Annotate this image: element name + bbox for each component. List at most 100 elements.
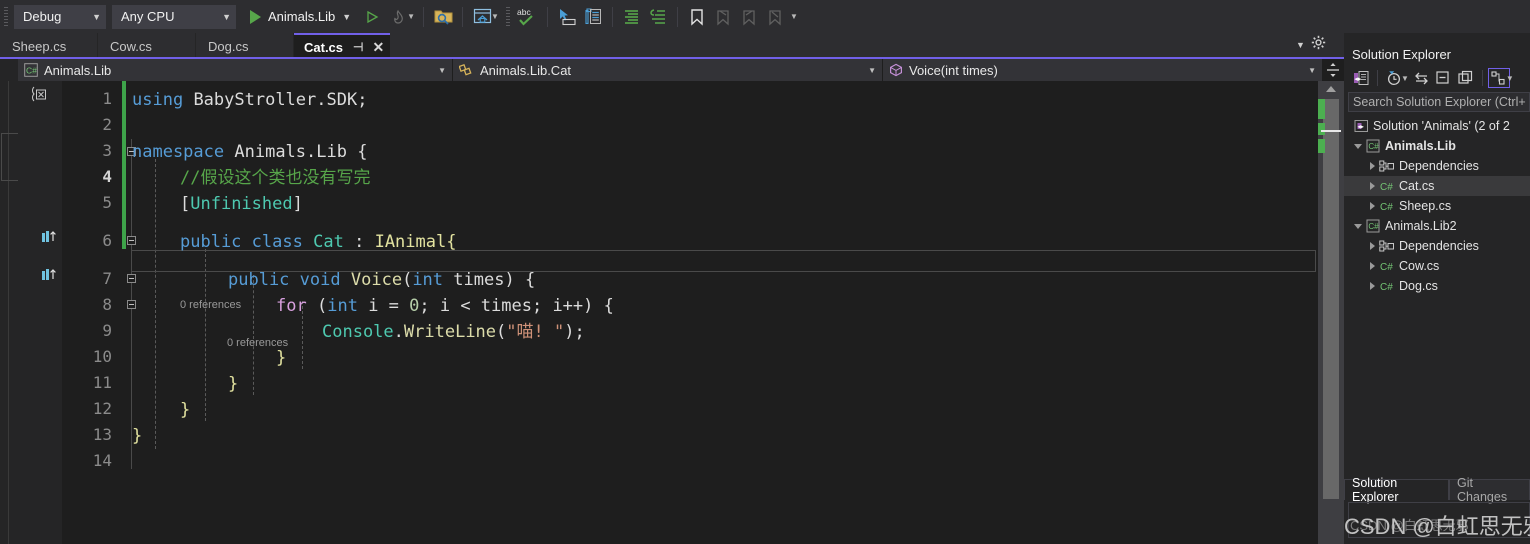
sync-with-active-doc-icon[interactable] <box>1411 68 1433 88</box>
pointer-comment-icon[interactable] <box>554 5 580 29</box>
comment-out-icon[interactable] <box>619 5 645 29</box>
close-tab-icon[interactable]: ✕ <box>372 40 384 54</box>
svg-text:C#: C# <box>26 66 37 76</box>
toolbar-grip[interactable] <box>4 6 8 27</box>
tab-label: Dog.cs <box>208 38 249 54</box>
bookmark-clear-icon[interactable] <box>762 5 788 29</box>
uncomment-icon[interactable] <box>645 5 671 29</box>
tree-row-animals-lib2[interactable]: C# Animals.Lib2 <box>1344 216 1530 236</box>
keyword-namespace: namespace <box>132 142 225 162</box>
tree-row-cat-cs[interactable]: C# Cat.cs <box>1344 176 1530 196</box>
svg-text:◂▸: ◂▸ <box>1354 76 1362 83</box>
keyword-for: for <box>276 296 307 316</box>
tab-sheep-cs[interactable]: Sheep.cs <box>0 33 98 59</box>
chevron-down-icon: ▼ <box>342 11 352 22</box>
solution-tree[interactable]: ◂▸ Solution 'Animals' (2 of 2 C# Animals… <box>1344 116 1530 482</box>
line-number: 8 <box>102 295 112 314</box>
tree-row-animals-lib[interactable]: C# Animals.Lib <box>1344 136 1530 156</box>
collapse-method-toggle[interactable] <box>127 274 136 283</box>
chevron-down-icon[interactable]: ▼ <box>407 12 415 21</box>
solution-explorer-search-input[interactable]: Search Solution Explorer (Ctrl+ <box>1348 92 1530 112</box>
abc-spellcheck-icon[interactable]: abc <box>515 5 541 29</box>
implements-interface-icon[interactable] <box>42 231 58 245</box>
clipboard-list-icon[interactable] <box>580 5 606 29</box>
start-without-debugging-button[interactable] <box>359 5 385 29</box>
keyword-public: public <box>180 232 242 252</box>
scrollbar-thumb[interactable] <box>1323 99 1339 499</box>
tab-solution-explorer[interactable]: Solution Explorer <box>1344 476 1450 504</box>
tree-row-dog-cs[interactable]: C# Dog.cs <box>1344 276 1530 296</box>
expander-expand-icon[interactable] <box>1366 276 1378 296</box>
editor-glyph-margin[interactable] <box>18 81 62 544</box>
scroll-up-icon[interactable] <box>1326 86 1336 92</box>
expander-expand-icon[interactable] <box>1366 256 1378 276</box>
collapse-class-toggle[interactable] <box>127 236 136 245</box>
chevron-down-icon[interactable]: ▼ <box>491 12 499 21</box>
indicator-box <box>1 133 19 181</box>
tree-row-dependencies-lib2[interactable]: Dependencies <box>1344 236 1530 256</box>
expander-expand-icon[interactable] <box>1366 196 1378 216</box>
solution-explorer-bottom-pane <box>1348 502 1530 538</box>
tree-row-dependencies-lib[interactable]: Dependencies <box>1344 156 1530 176</box>
number-literal: 0 <box>409 296 420 316</box>
svg-text:C#: C# <box>1368 142 1379 151</box>
code-view-icon[interactable]: ◂▸ <box>1350 68 1372 88</box>
code-line-6-class-decl: public class Cat : IAnimal{ <box>180 232 456 252</box>
startup-project-label: Animals.Lib <box>268 9 336 24</box>
collapse-all-icon[interactable] <box>1433 68 1455 88</box>
line-number: 14 <box>92 451 112 470</box>
solution-explorer-bottom-tabs: Solution Explorer Git Changes <box>1344 476 1530 504</box>
editor-vertical-scrollbar[interactable] <box>1318 81 1344 544</box>
navbar-project-combo[interactable]: C# Animals.Lib ▼ <box>18 59 453 81</box>
navbar-type-combo[interactable]: Animals.Lib.Cat ▼ <box>453 59 883 81</box>
navbar-member-combo[interactable]: Voice(int times) ▼ <box>883 59 1323 81</box>
change-bar <box>122 185 126 249</box>
code-line-8-for: for (int i = 0; i < times; i++) { <box>276 296 614 316</box>
collapse-for-toggle[interactable] <box>127 300 136 309</box>
se-top-filler <box>1344 33 1530 44</box>
toolbar-grip[interactable] <box>505 6 510 27</box>
tab-cow-cs[interactable]: Cow.cs <box>98 33 196 59</box>
tree-row-cow-cs[interactable]: C# Cow.cs <box>1344 256 1530 276</box>
colon: : <box>354 232 365 252</box>
show-all-files-icon[interactable] <box>1455 68 1477 88</box>
expander-collapse-icon[interactable] <box>1352 136 1364 156</box>
chevron-down-icon[interactable]: ▼ <box>1506 74 1514 83</box>
expander-expand-icon[interactable] <box>1366 236 1378 256</box>
tree-row-label: Sheep.cs <box>1399 199 1452 213</box>
line-number: 10 <box>92 347 112 366</box>
platform-combo[interactable]: Any CPU ▼ <box>112 4 236 29</box>
folder-search-icon[interactable] <box>430 5 456 29</box>
expander-collapse-icon[interactable] <box>1352 216 1364 236</box>
split-view-icon[interactable] <box>1323 59 1343 81</box>
implements-interface-icon[interactable] <box>42 269 58 283</box>
bookmark-next-icon[interactable] <box>736 5 762 29</box>
tree-row-solution[interactable]: ◂▸ Solution 'Animals' (2 of 2 <box>1344 116 1530 136</box>
start-debugging-button[interactable]: Animals.Lib ▼ <box>244 5 357 29</box>
tree-row-sheep-cs[interactable]: C# Sheep.cs <box>1344 196 1530 216</box>
solution-explorer-toolbar: ◂▸ ▼ ▼ <box>1344 66 1530 90</box>
codelens-class-references[interactable]: 0 references <box>180 299 241 312</box>
selection-marker-icon <box>30 85 48 108</box>
tree-row-label: Dependencies <box>1399 239 1479 253</box>
gear-icon[interactable] <box>1311 35 1326 55</box>
chevron-down-icon[interactable]: ▼ <box>1401 74 1409 83</box>
for-condition: ; i < times; i++) { <box>419 296 614 316</box>
navbar-left-filler <box>0 59 18 81</box>
expander-expand-icon[interactable] <box>1366 176 1378 196</box>
code-editor[interactable]: 1 2 3 4 5 6 7 8 9 10 11 12 13 14 0 refer… <box>0 81 1344 544</box>
keyword-using: using <box>132 90 184 110</box>
tab-cat-cs[interactable]: Cat.cs ⊣ ✕ <box>294 33 391 59</box>
line-number: 1 <box>102 89 112 108</box>
expander-expand-icon[interactable] <box>1366 156 1378 176</box>
pin-tab-icon[interactable]: ⊣ <box>353 40 363 54</box>
active-files-chevron-icon[interactable]: ▼ <box>1296 40 1305 50</box>
tab-dog-cs[interactable]: Dog.cs <box>196 33 294 59</box>
string-literal: "喵! " <box>506 322 565 342</box>
overflow-chevron-icon[interactable]: ▼ <box>790 12 798 21</box>
build-configuration-combo[interactable]: Debug ▼ <box>14 4 106 29</box>
bookmark-icon[interactable] <box>684 5 710 29</box>
bookmark-prev-icon[interactable] <box>710 5 736 29</box>
tree-row-label: Cow.cs <box>1399 259 1440 273</box>
tab-git-changes[interactable]: Git Changes <box>1449 476 1530 504</box>
